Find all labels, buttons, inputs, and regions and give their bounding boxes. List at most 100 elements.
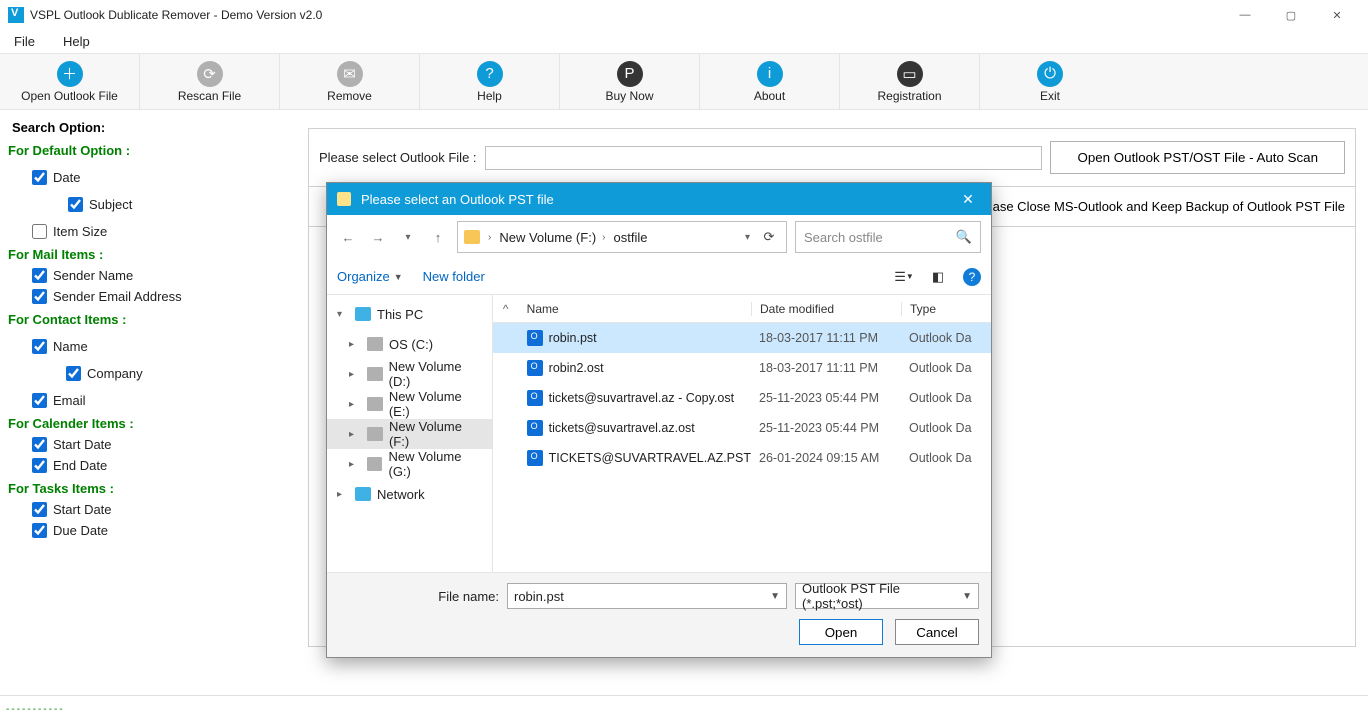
toolbar-help[interactable]: ?Help bbox=[420, 54, 560, 109]
chevron-down-icon[interactable]: ▾ bbox=[745, 232, 750, 243]
tree-label: New Volume (G:) bbox=[388, 449, 485, 479]
tree-item[interactable]: ▸Network bbox=[327, 479, 492, 509]
tree-item[interactable]: ▸New Volume (F:) bbox=[327, 419, 492, 449]
search-box[interactable]: Search ostfile 🔍 bbox=[795, 221, 981, 253]
chk-sender-name[interactable]: Sender Name bbox=[32, 268, 288, 283]
toolbar-label: Help bbox=[477, 89, 502, 103]
chk-cal-start[interactable]: Start Date bbox=[32, 437, 288, 452]
toolbar-about[interactable]: iAbout bbox=[700, 54, 840, 109]
chevron-down-icon[interactable]: ▼ bbox=[770, 591, 780, 602]
status-dashes: ----------- bbox=[6, 704, 65, 715]
chevron-icon: › bbox=[488, 232, 491, 243]
toolbar-icon: ✉ bbox=[337, 61, 363, 87]
group-task: For Tasks Items : bbox=[8, 481, 288, 496]
tree-item[interactable]: ▸OS (C:) bbox=[327, 329, 492, 359]
toolbar: ＋Open Outlook File⟳Rescan File ✉ Remove ?He… bbox=[0, 54, 1368, 110]
filetype-select[interactable]: Outlook PST File (*.pst;*ost)▼ bbox=[795, 583, 979, 609]
chevron-down-icon[interactable]: ▼ bbox=[962, 591, 972, 602]
menu-help[interactable]: Help bbox=[57, 32, 96, 51]
tree-item[interactable]: ▸New Volume (E:) bbox=[327, 389, 492, 419]
toolbar-remove[interactable]: ✉ Remove bbox=[280, 54, 420, 109]
up-caret-icon[interactable]: ^ bbox=[493, 302, 519, 316]
chk-task-start[interactable]: Start Date bbox=[32, 502, 288, 517]
col-type[interactable]: Type bbox=[901, 302, 991, 316]
chk-cal-end[interactable]: End Date bbox=[32, 458, 288, 473]
tree-arrow-icon: ▾ bbox=[337, 309, 349, 320]
maximize-button[interactable]: ▢ bbox=[1268, 0, 1314, 30]
breadcrumb-drive[interactable]: New Volume (F:)› bbox=[499, 230, 605, 245]
col-date[interactable]: Date modified bbox=[751, 302, 901, 316]
chk-sender-email[interactable]: Sender Email Address bbox=[32, 289, 288, 304]
breadcrumb-folder[interactable]: ostfile bbox=[614, 230, 648, 245]
filelist-columns: ^ Name Date modified Type bbox=[493, 295, 991, 323]
file-type: Outlook Da bbox=[901, 391, 991, 405]
chk-itemsize[interactable]: Item Size bbox=[32, 224, 288, 239]
menu-file[interactable]: File bbox=[8, 32, 41, 51]
tree-item[interactable]: ▸New Volume (G:) bbox=[327, 449, 492, 479]
auto-scan-button[interactable]: Open Outlook PST/OST File - Auto Scan bbox=[1050, 141, 1345, 174]
nav-history-button[interactable]: ▾ bbox=[397, 226, 419, 248]
toolbar-icon: ▭ bbox=[897, 61, 923, 87]
col-name[interactable]: Name bbox=[519, 302, 751, 316]
tree-item[interactable]: ▸New Volume (D:) bbox=[327, 359, 492, 389]
file-row[interactable]: robin2.ost18-03-2017 11:11 PMOutlook Da bbox=[493, 353, 991, 383]
open-button[interactable]: Open bbox=[799, 619, 883, 645]
file-row: Please select Outlook File : Open Outloo… bbox=[308, 128, 1356, 187]
toolbar-icon: P bbox=[617, 61, 643, 87]
close-button[interactable]: ✕ bbox=[1314, 0, 1360, 30]
toolbar-registration[interactable]: ▭ Registration bbox=[840, 54, 980, 109]
nav-back-button[interactable]: ← bbox=[337, 226, 359, 248]
outlook-file-icon bbox=[527, 360, 543, 376]
toolbar-icon: ⏻ bbox=[1037, 61, 1063, 87]
outlook-file-icon bbox=[527, 330, 543, 346]
chk-contact-email[interactable]: Email bbox=[32, 393, 288, 408]
file-row[interactable]: tickets@suvartravel.az.ost25-11-2023 05:… bbox=[493, 413, 991, 443]
toolbar-label: Registration bbox=[877, 89, 941, 103]
dialog-footer: File name: robin.pst▼ Outlook PST File (… bbox=[327, 572, 991, 657]
help-icon[interactable]: ? bbox=[963, 268, 981, 286]
titlebar: VSPL Outlook Dublicate Remover - Demo Ve… bbox=[0, 0, 1368, 30]
dialog-close-button[interactable]: ✕ bbox=[955, 191, 981, 208]
chk-date[interactable]: Date bbox=[32, 170, 80, 185]
drive-icon bbox=[355, 487, 371, 501]
refresh-button[interactable]: ⟳ bbox=[758, 226, 780, 248]
drive-icon bbox=[355, 307, 371, 321]
nav-forward-button[interactable]: → bbox=[367, 226, 389, 248]
file-row[interactable]: robin.pst18-03-2017 11:11 PMOutlook Da bbox=[493, 323, 991, 353]
chk-company[interactable]: Company bbox=[66, 366, 143, 381]
tree-item[interactable]: ▾This PC bbox=[327, 299, 492, 329]
chk-task-due[interactable]: Due Date bbox=[32, 523, 288, 538]
toolbar-rescan-file[interactable]: ⟳Rescan File bbox=[140, 54, 280, 109]
dialog-navbar: ← → ▾ ↑ › New Volume (F:)› ostfile ▾ ⟳ S… bbox=[327, 215, 991, 259]
breadcrumb[interactable]: › New Volume (F:)› ostfile ▾ ⟳ bbox=[457, 221, 787, 253]
chk-name[interactable]: Name bbox=[32, 339, 88, 354]
file-row[interactable]: TICKETS@SUVARTRAVEL.AZ.PST26-01-2024 09:… bbox=[493, 443, 991, 473]
filename-input[interactable]: robin.pst▼ bbox=[507, 583, 787, 609]
preview-pane-button[interactable]: ◧ bbox=[929, 268, 947, 286]
organize-menu[interactable]: Organize ▼ bbox=[337, 269, 403, 284]
toolbar-buy-now[interactable]: P Buy Now bbox=[560, 54, 700, 109]
dialog-tree: ▾This PC▸OS (C:)▸New Volume (D:)▸New Vol… bbox=[327, 295, 493, 572]
toolbar-label: Exit bbox=[1040, 89, 1060, 103]
toolbar-label: Buy Now bbox=[605, 89, 653, 103]
drive-icon bbox=[367, 457, 383, 471]
dialog-titlebar: Please select an Outlook PST file ✕ bbox=[327, 183, 991, 215]
minimize-button[interactable]: — bbox=[1222, 0, 1268, 30]
file-path-box[interactable] bbox=[485, 146, 1043, 170]
new-folder-button[interactable]: New folder bbox=[423, 269, 485, 284]
view-mode-button[interactable]: ☰▼ bbox=[895, 268, 913, 286]
outlook-file-icon bbox=[527, 420, 543, 436]
group-default: For Default Option : bbox=[8, 143, 288, 158]
toolbar-exit[interactable]: ⏻ Exit bbox=[980, 54, 1120, 109]
search-icon: 🔍 bbox=[956, 229, 972, 245]
cancel-button[interactable]: Cancel bbox=[895, 619, 979, 645]
chk-subject[interactable]: Subject bbox=[68, 197, 132, 212]
toolbar-label: Remove bbox=[327, 89, 372, 103]
toolbar-icon: ⟳ bbox=[197, 61, 223, 87]
file-row[interactable]: tickets@suvartravel.az - Copy.ost25-11-2… bbox=[493, 383, 991, 413]
filename-label: File name: bbox=[339, 589, 499, 604]
menubar: File Help bbox=[0, 30, 1368, 54]
toolbar-open-outlook-file[interactable]: ＋Open Outlook File bbox=[0, 54, 140, 109]
nav-up-button[interactable]: ↑ bbox=[427, 226, 449, 248]
file-name: robin.pst bbox=[549, 331, 597, 345]
